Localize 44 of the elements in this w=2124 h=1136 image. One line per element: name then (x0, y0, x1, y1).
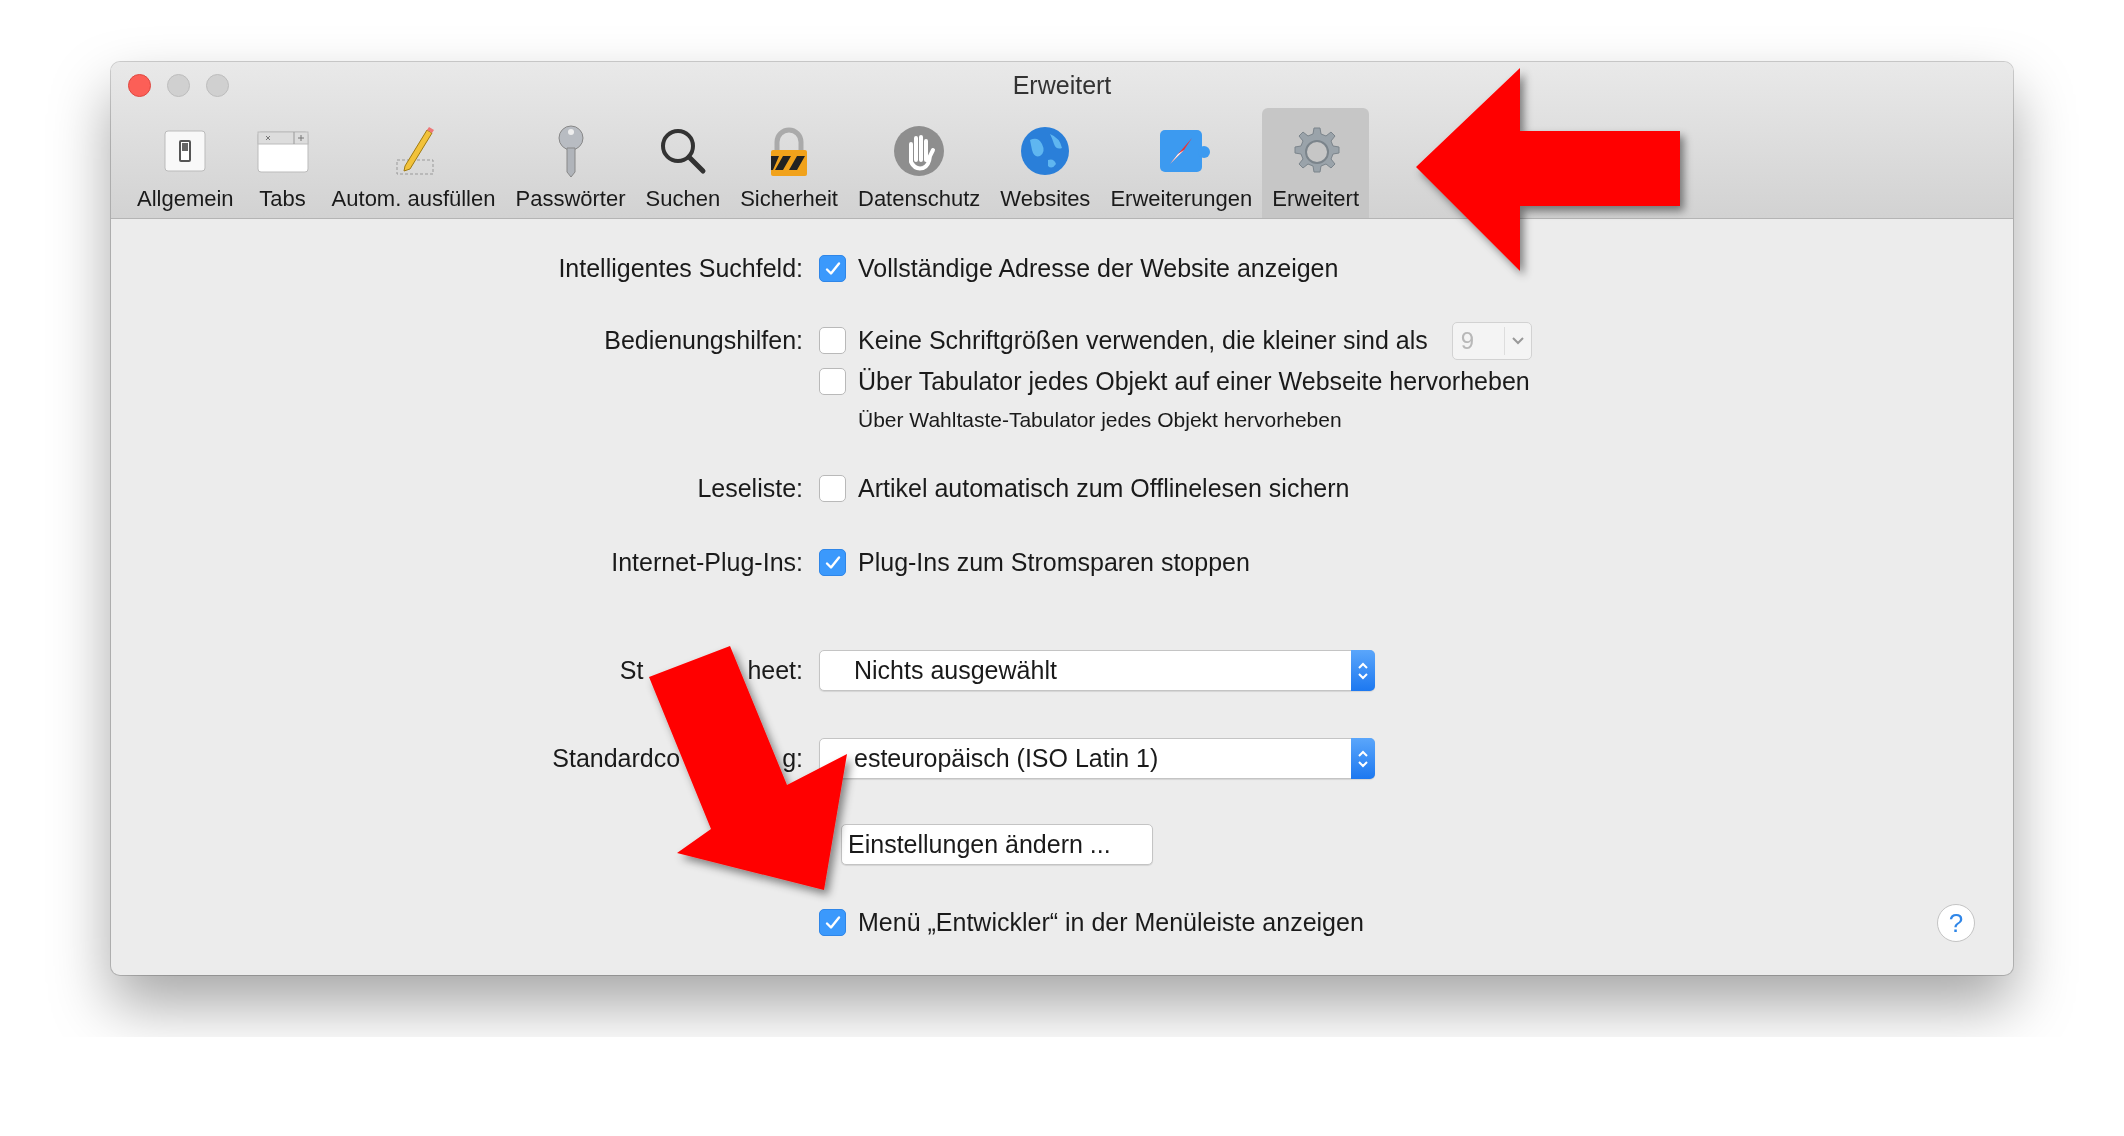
popup-menu[interactable]: Nichts ausgewählt (819, 650, 1375, 691)
zoom-button[interactable] (206, 74, 229, 97)
checkbox[interactable] (819, 549, 846, 576)
minimize-button[interactable] (167, 74, 190, 97)
checkbox-label: Menü „Entwickler“ in der Menüleiste anzeigen (858, 908, 1364, 937)
stepper-icon (1351, 738, 1375, 779)
popup-menu[interactable]: esteuropäisch (ISO Latin 1) (819, 738, 1375, 779)
toolbar-tab[interactable]: Datenschutz (848, 108, 991, 218)
change-settings-button[interactable]: Einstellungen ändern ... (841, 824, 1153, 865)
check-icon (823, 553, 842, 572)
help-button[interactable]: ? (1937, 904, 1975, 942)
checkbox-label: Über Tabulator jedes Objekt auf einer Webseite hervorheben (858, 367, 1530, 396)
stepper-icon (1351, 650, 1375, 691)
window-title: Erweitert (1012, 70, 1112, 100)
setting-label: Intelligentes Suchfeld: (558, 254, 803, 283)
checkbox[interactable] (819, 255, 846, 282)
close-button[interactable] (128, 74, 151, 97)
toolbar-tab[interactable]: Erweiterungen (1100, 108, 1263, 218)
checkbox-label: Plug-Ins zum Stromsparen stoppen (858, 548, 1250, 577)
checkbox[interactable] (819, 909, 846, 936)
hint-text: Über Wahltaste-Tabulator jedes Objekt hervorheben (857, 407, 1342, 432)
toolbar-tab[interactable]: Sicherheit (730, 108, 848, 218)
toolbar-tab[interactable]: Passwörter (505, 108, 636, 218)
checkbox-label: Vollständige Adresse der Website anzeigen (858, 254, 1339, 283)
toolbar-tab[interactable]: Suchen (635, 108, 731, 218)
setting-label: Standardco (552, 744, 681, 773)
toolbar-tab[interactable]: Tabs (243, 108, 322, 218)
setting-label: g: (782, 744, 803, 773)
checkbox[interactable] (819, 475, 846, 502)
toolbar-tab[interactable]: Allgemein (127, 108, 244, 218)
checkbox[interactable] (819, 327, 846, 354)
setting-label: Internet-Plug-Ins: (611, 548, 803, 577)
setting-label: heet: (747, 656, 803, 685)
toolbar-tab[interactable]: Autom. ausfüllen (321, 108, 506, 218)
setting-label: Leseliste: (697, 474, 803, 503)
toolbar-tab[interactable]: Erweitert (1262, 108, 1370, 218)
checkbox[interactable] (819, 368, 846, 395)
toolbar-tab[interactable]: Websites (990, 108, 1101, 218)
checkbox-label: Keine Schriftgrößen verwenden, die kleiner sind als (858, 326, 1428, 355)
checkbox-label: Artikel automatisch zum Offlinelesen sichern (858, 474, 1350, 503)
check-icon (823, 259, 842, 278)
setting-label: Bedienungshilfen: (604, 326, 803, 355)
check-icon (823, 913, 842, 932)
setting-label: St (619, 656, 644, 685)
